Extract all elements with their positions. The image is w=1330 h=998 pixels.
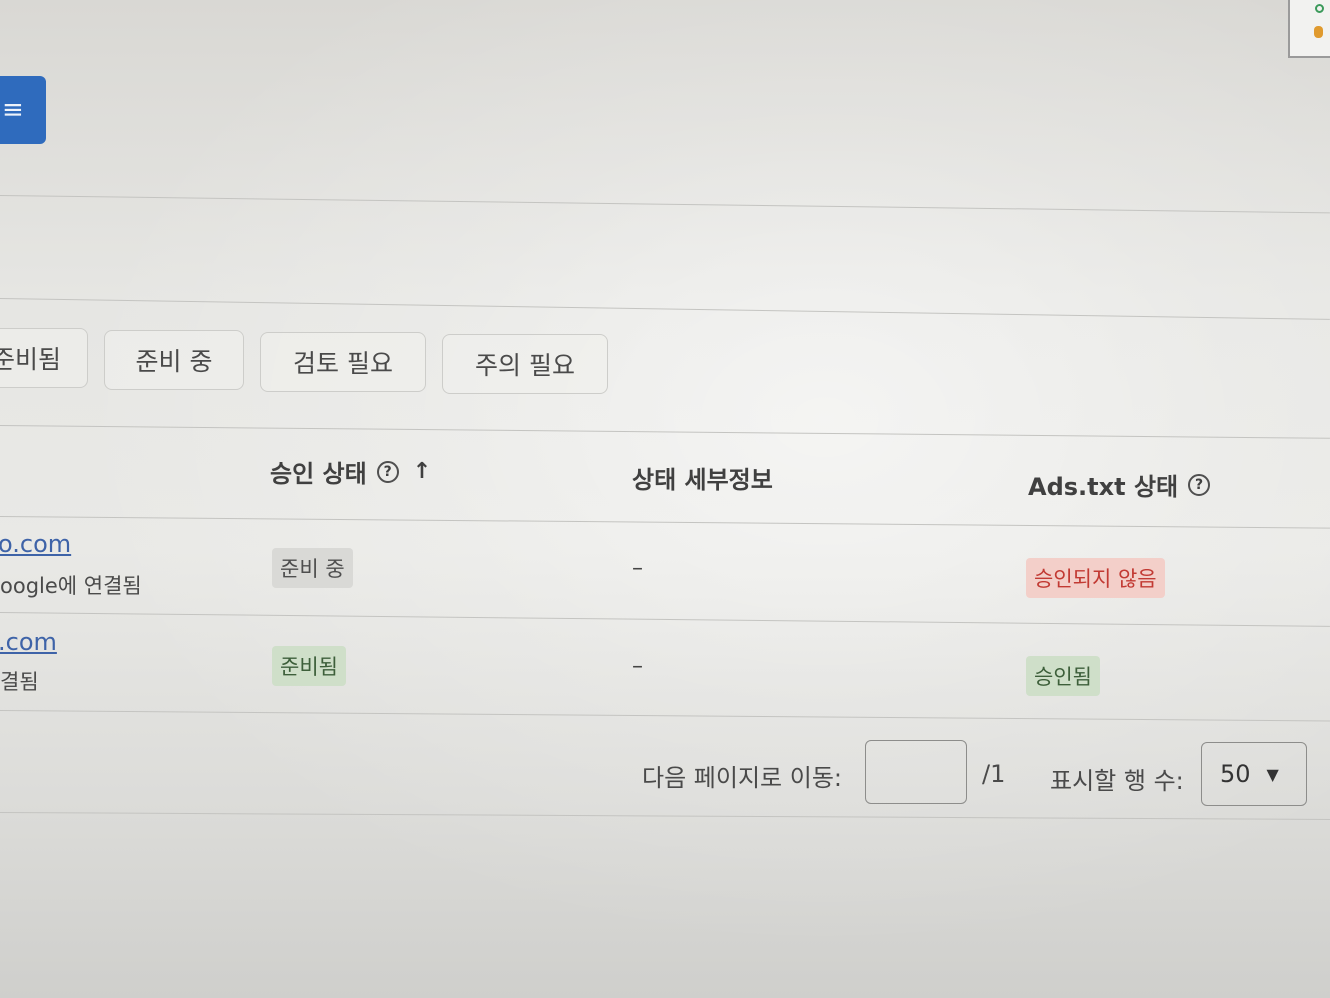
approval-status-badge: 준비 중 (272, 548, 353, 588)
filter-chip-review-needed[interactable]: 검토 필요 (260, 332, 426, 392)
sort-ascending-icon[interactable]: ↑ (413, 459, 431, 484)
warning-dot-icon (1314, 26, 1323, 38)
ads-txt-status-badge: 승인되지 않음 (1026, 558, 1165, 598)
row-divider (0, 612, 1330, 627)
column-header-ads-txt-status: Ads.txt 상태 ? (1028, 467, 1211, 502)
divider (0, 298, 1330, 320)
filter-chip-preparing[interactable]: 준비 중 (104, 330, 244, 390)
chip-label: 주의 필요 (475, 351, 575, 380)
site-link[interactable]: .com (0, 628, 57, 656)
menu-button[interactable]: ≡ (0, 76, 46, 144)
rows-per-page-value: 50 (1220, 760, 1251, 788)
filter-chip-attention-needed[interactable]: 주의 필요 (442, 334, 608, 394)
goto-page-input[interactable] (865, 740, 967, 804)
row-divider (0, 710, 1330, 722)
help-icon[interactable]: ? (1188, 473, 1211, 496)
site-connection-status: oogle에 연결됨 (0, 574, 142, 598)
divider (0, 195, 1330, 214)
table-header-divider (0, 516, 1330, 529)
rows-per-page-select[interactable]: 50 ▼ (1201, 742, 1307, 806)
total-pages: /1 (982, 760, 1006, 788)
column-header-status-details: 상태 세부정보 (632, 460, 773, 495)
rows-per-page-label: 표시할 행 수: (1050, 767, 1184, 795)
site-link[interactable]: o.com (0, 530, 71, 558)
site-connection-status: 결됨 (0, 670, 39, 694)
filter-chip-ready[interactable]: 준비됨 (0, 328, 88, 388)
goto-page-label: 다음 페이지로 이동: (642, 764, 842, 792)
ads-txt-status-badge: 승인됨 (1026, 656, 1100, 696)
status-dot-icon (1315, 4, 1324, 13)
hamburger-icon: ≡ (2, 95, 24, 125)
chip-label: 준비됨 (0, 345, 61, 374)
status-details-value: – (632, 556, 643, 581)
header-label: 승인 상태 (270, 460, 367, 488)
footer-divider (0, 812, 1330, 820)
header-label: 상태 세부정보 (632, 466, 773, 494)
header-label: Ads.txt 상태 (1028, 473, 1179, 501)
help-icon[interactable]: ? (376, 460, 399, 483)
column-header-approval-status[interactable]: 승인 상태 ? ↑ (270, 454, 431, 489)
divider (0, 425, 1330, 439)
approval-status-badge: 준비됨 (272, 646, 346, 686)
chip-label: 검토 필요 (293, 349, 393, 378)
chip-label: 준비 중 (135, 347, 213, 376)
status-details-value: – (632, 654, 643, 679)
corner-widget (1288, 0, 1330, 58)
dropdown-arrow-icon: ▼ (1266, 764, 1279, 784)
